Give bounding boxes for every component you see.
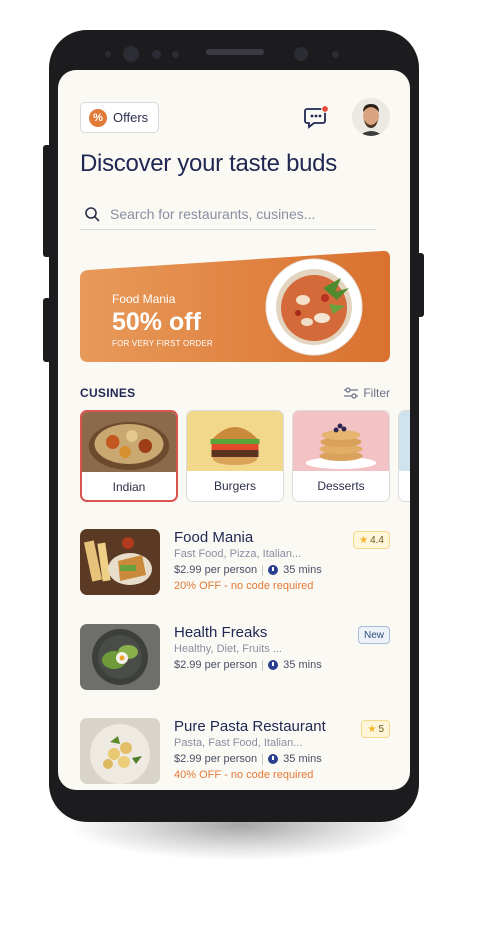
app-screen: % Offers Discover your taste buds Search… xyxy=(58,70,410,790)
restaurant-image xyxy=(80,624,160,690)
search-icon xyxy=(85,206,100,221)
price: $2.99 per person xyxy=(174,564,258,576)
burger-image xyxy=(187,411,283,471)
cuisine-label: Burgers xyxy=(213,479,257,493)
star-icon: ★ xyxy=(367,723,377,735)
avatar[interactable] xyxy=(352,98,390,136)
cuisines-header: CUSINES Filter xyxy=(80,385,390,401)
clock-icon xyxy=(268,754,279,764)
offers-button[interactable]: % Offers xyxy=(80,102,159,133)
restaurant-meta: $2.99 per person 35 mins xyxy=(174,659,322,671)
dish-image xyxy=(265,258,363,356)
offer-text: 40% OFF - no code required xyxy=(174,769,314,781)
divider xyxy=(262,564,264,576)
restaurant-item-pure-pasta[interactable]: Pure Pasta Restaurant Pasta, Fast Food, … xyxy=(80,718,400,788)
sensor-dot xyxy=(172,51,179,58)
notification-dot xyxy=(321,105,329,113)
filter-icon xyxy=(344,387,359,399)
offer-text: 20% OFF - no code required xyxy=(174,580,314,592)
star-icon: ★ xyxy=(359,534,369,546)
filter-button[interactable]: Filter xyxy=(344,386,390,400)
restaurant-image xyxy=(80,529,160,595)
price: $2.99 per person xyxy=(174,753,258,765)
cuisine-list: Indian Burgers Desserts xyxy=(80,410,410,502)
restaurant-name: Pure Pasta Restaurant xyxy=(174,718,326,735)
cuisine-card-desserts[interactable]: Desserts xyxy=(292,410,390,502)
restaurant-item-food-mania[interactable]: Food Mania Fast Food, Pizza, Italian... … xyxy=(80,529,400,599)
delivery-time: 35 mins xyxy=(283,753,322,765)
dessert-image xyxy=(293,411,389,471)
cuisine-card-partial[interactable] xyxy=(398,410,410,502)
indian-food-image xyxy=(82,412,176,472)
restaurant-image xyxy=(80,718,160,784)
chat-icon[interactable] xyxy=(304,104,330,130)
new-badge: New xyxy=(357,626,390,644)
delivery-time: 35 mins xyxy=(283,564,322,576)
page-title: Discover your taste buds xyxy=(80,150,337,177)
divider xyxy=(262,659,264,671)
restaurant-tags: Pasta, Fast Food, Italian... xyxy=(174,737,303,749)
front-camera xyxy=(123,46,139,62)
rating-badge: ★ 5 xyxy=(361,720,390,738)
cuisine-card-indian[interactable]: Indian xyxy=(80,410,178,502)
banner-discount: 50% off xyxy=(112,308,201,336)
offers-label: Offers xyxy=(113,110,149,125)
rating-badge: ★ 4.4 xyxy=(353,531,390,549)
promo-banner[interactable]: Food Mania 50% off FOR VERY FIRST ORDER xyxy=(80,250,390,365)
percent-badge-icon: % xyxy=(89,108,107,127)
phone-top-bar xyxy=(49,30,419,70)
restaurant-name: Food Mania xyxy=(174,529,254,546)
cuisine-label: Indian xyxy=(112,480,146,494)
rating-value: 4.4 xyxy=(370,534,384,546)
sensor-dot xyxy=(152,50,161,59)
price: $2.99 per person xyxy=(174,659,258,671)
phone-frame: % Offers Discover your taste buds Search… xyxy=(49,30,419,822)
cuisine-card-burgers[interactable]: Burgers xyxy=(186,410,284,502)
restaurant-tags: Fast Food, Pizza, Italian... xyxy=(174,548,302,560)
proximity-sensor xyxy=(294,47,308,61)
sensor-dot xyxy=(105,51,111,57)
filter-label: Filter xyxy=(363,386,390,400)
search-bar[interactable] xyxy=(80,198,376,230)
clock-icon xyxy=(268,565,279,575)
delivery-time: 35 mins xyxy=(283,659,322,671)
cuisine-label: Desserts xyxy=(317,479,365,493)
banner-note: FOR VERY FIRST ORDER xyxy=(112,339,213,348)
restaurant-tags: Healthy, Diet, Fruits ... xyxy=(174,643,282,655)
rating-value: 5 xyxy=(378,723,384,735)
earpiece-speaker xyxy=(206,49,264,55)
banner-text: Food Mania 50% off FOR VERY FIRST ORDER xyxy=(112,292,213,348)
restaurant-meta: $2.99 per person 35 mins xyxy=(174,564,322,576)
restaurant-name: Health Freaks xyxy=(174,624,268,641)
badge-label: New xyxy=(363,629,384,641)
search-input[interactable] xyxy=(110,205,370,222)
restaurant-item-health-freaks[interactable]: Health Freaks Healthy, Diet, Fruits ... … xyxy=(80,624,400,694)
cuisines-title: CUSINES xyxy=(80,386,136,400)
divider xyxy=(262,753,264,765)
clock-icon xyxy=(268,660,279,670)
sensor-dot xyxy=(332,51,339,58)
banner-brand: Food Mania xyxy=(112,292,176,306)
restaurant-meta: $2.99 per person 35 mins xyxy=(174,753,322,765)
